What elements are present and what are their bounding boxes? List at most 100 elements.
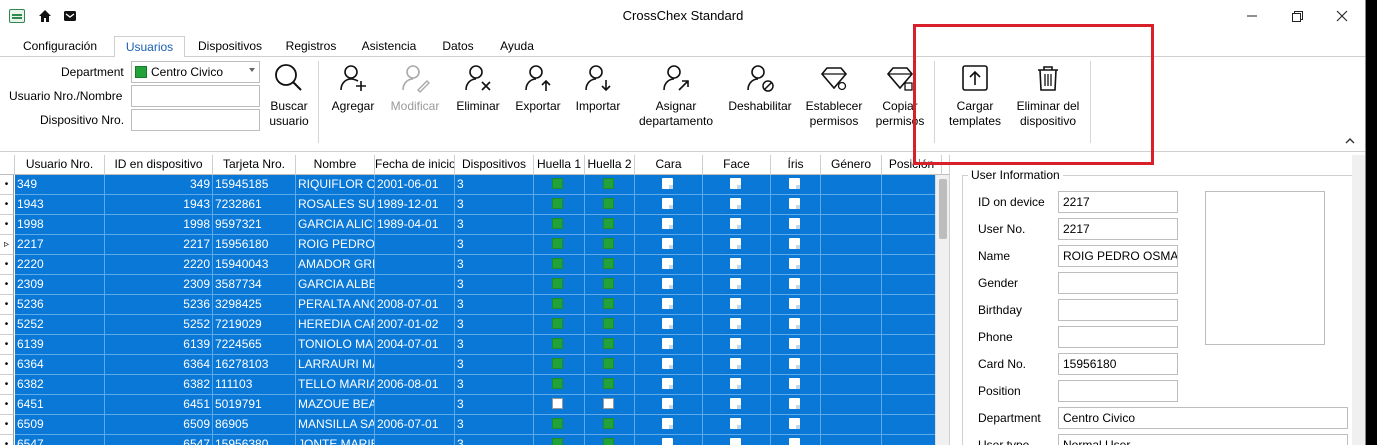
col-user-no-cell[interactable]: 2220	[15, 255, 105, 275]
col-gender-cell[interactable]	[821, 195, 882, 215]
col-iris-cell[interactable]	[771, 435, 821, 445]
col-name-cell[interactable]: GARCIA ALBERTO	[296, 275, 375, 295]
col-user-no-cell[interactable]: 1943	[15, 195, 105, 215]
col-name-cell[interactable]: JONTE MARIEL	[296, 435, 375, 445]
row-indicator[interactable]: •	[0, 175, 14, 195]
col-user-no-cell[interactable]: 6382	[15, 375, 105, 395]
tab-usuarios[interactable]: Usuarios	[114, 36, 185, 58]
col-fingerprint-2-cell[interactable]	[585, 215, 635, 235]
row-indicator[interactable]: •	[0, 275, 14, 295]
col-position-cell[interactable]	[882, 195, 942, 215]
col-iris-cell[interactable]	[771, 295, 821, 315]
col-fingerprint-2-cell[interactable]	[585, 235, 635, 255]
col-user-no-cell[interactable]: 6364	[15, 355, 105, 375]
col-position-cell[interactable]	[882, 315, 942, 335]
col-user-no-cell[interactable]: 1998	[15, 215, 105, 235]
col-face-cell[interactable]	[703, 435, 771, 445]
row-indicator[interactable]: •	[0, 415, 14, 435]
col-card-no-cell[interactable]: 5019791	[213, 395, 296, 415]
col-gender-cell[interactable]	[821, 355, 882, 375]
search-user-button[interactable]: Buscar usuario	[264, 63, 314, 129]
modify-user-button[interactable]: Modificar	[386, 63, 444, 114]
col-devices-cell[interactable]: 3	[455, 415, 534, 435]
col-device-id-cell[interactable]: 6509	[105, 415, 213, 435]
col-gender-cell[interactable]	[821, 315, 882, 335]
col-cara-cell[interactable]	[635, 395, 703, 415]
col-fingerprint-1-cell[interactable]	[534, 415, 585, 435]
col-face-cell[interactable]	[703, 335, 771, 355]
col-position-cell[interactable]	[882, 175, 942, 195]
row-indicator[interactable]: •	[0, 215, 14, 235]
col-iris-cell[interactable]	[771, 215, 821, 235]
col-cara-cell[interactable]	[635, 435, 703, 445]
col-face-cell[interactable]	[703, 395, 771, 415]
col-position-cell[interactable]	[882, 435, 942, 445]
col-gender-cell[interactable]	[821, 255, 882, 275]
tab-datos[interactable]: Datos	[434, 36, 482, 58]
table-row[interactable]: •6509650986905MANSILLA SARA2006-07-013	[0, 415, 942, 435]
col-start-date-cell[interactable]: 2006-08-01	[375, 375, 455, 395]
chevron-up-icon[interactable]	[1345, 137, 1355, 145]
close-button[interactable]	[1328, 5, 1356, 27]
col-user-no-cell[interactable]: 5252	[15, 315, 105, 335]
col-devices-cell[interactable]: 3	[455, 195, 534, 215]
col-fingerprint-2-cell[interactable]	[585, 375, 635, 395]
col-fingerprint-2-cell[interactable]	[585, 315, 635, 335]
col-start-date-cell[interactable]: 2007-01-02	[375, 315, 455, 335]
col-fingerprint-1-cell[interactable]	[534, 275, 585, 295]
col-face-cell[interactable]	[703, 415, 771, 435]
col-gender-cell[interactable]	[821, 415, 882, 435]
row-indicator[interactable]: •	[0, 395, 14, 415]
grid-vertical-scrollbar[interactable]	[935, 175, 949, 445]
col-fingerprint-1-cell[interactable]	[534, 375, 585, 395]
col-start-date-header[interactable]: Fecha de inicio	[375, 155, 455, 175]
col-iris-cell[interactable]	[771, 275, 821, 295]
col-iris-cell[interactable]	[771, 195, 821, 215]
table-row[interactable]: •6547654715956380JONTE MARIEL3	[0, 435, 942, 445]
col-devices-cell[interactable]: 3	[455, 255, 534, 275]
export-button[interactable]: Exportar	[512, 63, 564, 114]
scrollbar-thumb[interactable]	[939, 179, 947, 239]
col-cara-cell[interactable]	[635, 415, 703, 435]
col-name-cell[interactable]: ROIG PEDRO OSMAR	[296, 235, 375, 255]
col-cara-header[interactable]: Cara	[635, 155, 703, 175]
row-indicator[interactable]: ▹	[0, 235, 14, 255]
col-face-cell[interactable]	[703, 235, 771, 255]
table-row[interactable]: • 6382 6382 111103 TELLO MARIA 2006-08-01 3	[0, 375, 942, 395]
col-fingerprint-1-header[interactable]: Huella 1	[534, 155, 585, 175]
col-devices-cell[interactable]: 3	[455, 275, 534, 295]
col-card-no-cell[interactable]: 7224565	[213, 335, 296, 355]
col-iris-cell[interactable]	[771, 235, 821, 255]
col-gender-cell[interactable]	[821, 275, 882, 295]
col-position-cell[interactable]	[882, 375, 942, 395]
col-position-cell[interactable]	[882, 295, 942, 315]
col-gender-cell[interactable]	[821, 335, 882, 355]
col-card-no-cell[interactable]: 15956180	[213, 235, 296, 255]
col-device-id-cell[interactable]: 6547	[105, 435, 213, 445]
delete-user-button[interactable]: Eliminar	[452, 63, 504, 114]
col-name-cell[interactable]: MANSILLA SARA	[296, 415, 375, 435]
col-start-date-cell[interactable]	[375, 275, 455, 295]
col-name-cell[interactable]: AMADOR GRISELDA	[296, 255, 375, 275]
col-start-date-cell[interactable]: 2001-06-01	[375, 175, 455, 195]
col-device-id-cell[interactable]: 2309	[105, 275, 213, 295]
row-indicator[interactable]: •	[0, 315, 14, 335]
table-row[interactable]: ▹2217221715956180ROIG PEDRO OSMAR3	[0, 235, 942, 255]
col-position-cell[interactable]	[882, 235, 942, 255]
panel-scrollbar[interactable]	[1352, 155, 1365, 445]
col-device-id-cell[interactable]: 6139	[105, 335, 213, 355]
table-row[interactable]: •230923093587734GARCIA ALBERTO3	[0, 275, 942, 295]
row-indicator[interactable]: •	[0, 195, 14, 215]
col-fingerprint-1-cell[interactable]	[534, 295, 585, 315]
col-card-no-cell[interactable]: 16278103	[213, 355, 296, 375]
row-indicator[interactable]: •	[0, 375, 14, 395]
col-card-no-cell[interactable]: 3298425	[213, 295, 296, 315]
col-card-no-cell[interactable]: 3587734	[213, 275, 296, 295]
department-select[interactable]: Centro Civico	[131, 61, 260, 83]
col-name-cell[interactable]: HEREDIA CARLOS	[296, 315, 375, 335]
col-name-cell[interactable]: TONIOLO MARIA	[296, 335, 375, 355]
col-device-id-header[interactable]: ID en dispositivo	[105, 155, 213, 175]
col-device-id-cell[interactable]: 5236	[105, 295, 213, 315]
assign-department-button[interactable]: Asignar departamento	[633, 63, 719, 129]
col-face-cell[interactable]	[703, 375, 771, 395]
